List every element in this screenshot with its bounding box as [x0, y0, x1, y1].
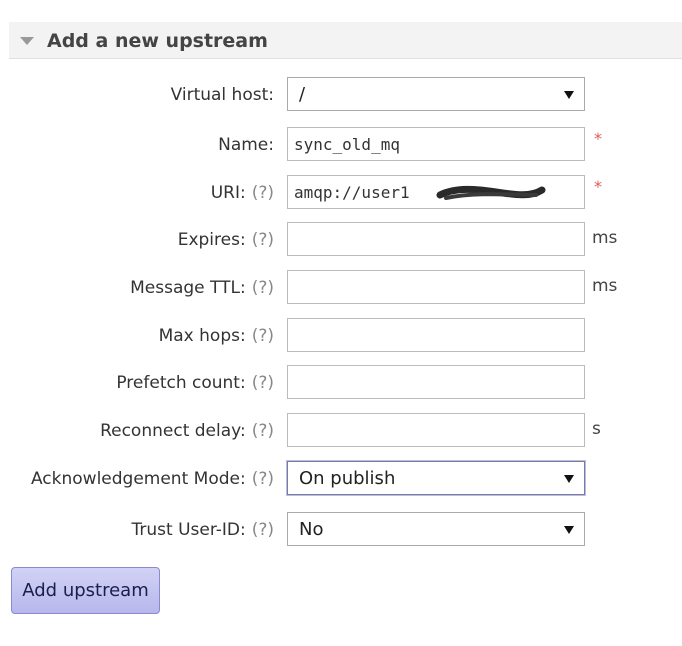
expires-row: Expires: (?) ms: [0, 222, 682, 258]
section-header[interactable]: Add a new upstream: [9, 22, 682, 59]
name-input[interactable]: [288, 128, 584, 160]
name-field-box: [287, 127, 585, 161]
message-ttl-help[interactable]: (?): [252, 278, 274, 298]
section-title: Add a new upstream: [47, 30, 268, 52]
dropdown-arrow-icon: [564, 91, 574, 99]
virtual-host-row: Virtual host: /: [0, 77, 682, 113]
virtual-host-label: Virtual host:: [170, 85, 274, 105]
prefetch-count-row: Prefetch count: (?): [0, 365, 682, 401]
trust-user-id-select[interactable]: No: [287, 512, 585, 546]
reconnect-delay-field-box: [287, 413, 585, 447]
trust-user-id-value: No: [299, 519, 324, 540]
add-upstream-button[interactable]: Add upstream: [11, 567, 160, 614]
name-row: Name: *: [0, 127, 682, 163]
reconnect-delay-unit: s: [592, 419, 601, 439]
dropdown-arrow-icon: [564, 475, 574, 483]
expires-help[interactable]: (?): [252, 230, 274, 250]
max-hops-field-box: [287, 318, 585, 352]
max-hops-row: Max hops: (?): [0, 318, 682, 354]
prefetch-count-field-box: [287, 365, 585, 399]
reconnect-delay-label: Reconnect delay: (?): [100, 421, 274, 441]
expires-unit: ms: [592, 228, 618, 248]
virtual-host-value: /: [299, 84, 306, 105]
prefetch-count-input[interactable]: [288, 366, 584, 398]
required-asterisk: *: [594, 129, 602, 148]
trust-user-id-label: Trust User-ID: (?): [131, 520, 275, 540]
prefetch-count-label: Prefetch count: (?): [116, 373, 274, 393]
message-ttl-input[interactable]: [288, 271, 584, 303]
ack-mode-help[interactable]: (?): [252, 469, 274, 489]
message-ttl-unit: ms: [592, 276, 618, 296]
max-hops-input[interactable]: [288, 319, 584, 351]
uri-label: URI: (?): [210, 183, 274, 203]
reconnect-delay-help[interactable]: (?): [252, 421, 274, 441]
expires-label: Expires: (?): [177, 230, 274, 250]
message-ttl-field-box: [287, 270, 585, 304]
dropdown-arrow-icon: [564, 526, 574, 534]
collapse-arrow-icon[interactable]: [20, 37, 34, 45]
reconnect-delay-row: Reconnect delay: (?) s: [0, 413, 682, 449]
uri-help[interactable]: (?): [252, 183, 274, 203]
redaction-scribble: [436, 185, 546, 200]
message-ttl-row: Message TTL: (?) ms: [0, 270, 682, 306]
max-hops-help[interactable]: (?): [252, 326, 274, 346]
max-hops-label: Max hops: (?): [158, 326, 274, 346]
expires-field-box: [287, 222, 585, 256]
message-ttl-label: Message TTL: (?): [130, 278, 274, 298]
ack-mode-row: Acknowledgement Mode: (?) On publish: [0, 461, 682, 497]
required-asterisk: *: [594, 177, 602, 196]
prefetch-count-help[interactable]: (?): [252, 373, 274, 393]
uri-row: URI:(?) *: [0, 175, 682, 211]
virtual-host-select[interactable]: /: [287, 77, 585, 111]
expires-input[interactable]: [288, 223, 584, 255]
trust-user-id-help[interactable]: (?): [252, 520, 274, 540]
ack-mode-value: On publish: [299, 468, 396, 489]
reconnect-delay-input[interactable]: [288, 414, 584, 446]
ack-mode-select[interactable]: On publish: [287, 461, 585, 495]
ack-mode-label: Acknowledgement Mode: (?): [30, 469, 274, 489]
name-label: Name:: [218, 135, 274, 155]
trust-user-id-row: Trust User-ID: (?) No: [0, 512, 682, 548]
